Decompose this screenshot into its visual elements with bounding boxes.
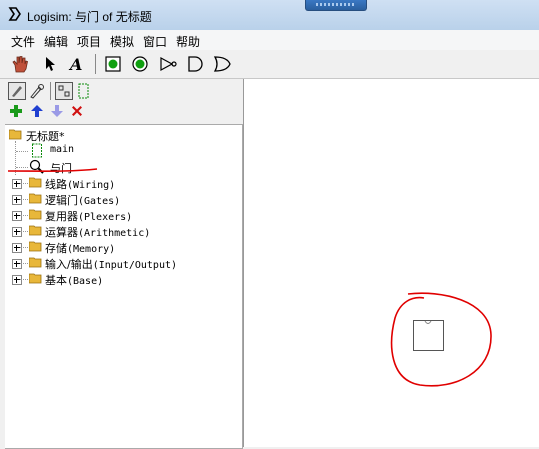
layout-view-icon[interactable]	[55, 82, 73, 100]
expand-icon[interactable]	[12, 243, 22, 253]
subcircuit-appearance-box[interactable]	[413, 320, 444, 351]
tree-library-item[interactable]: 运算器(Arithmetic)	[5, 223, 235, 239]
tree-library-item[interactable]: 线路(Wiring)	[5, 175, 235, 191]
logisim-app-icon	[8, 7, 21, 21]
and-gate-icon[interactable]	[185, 54, 205, 74]
tree-library-label: 运算器(Arithmetic)	[45, 226, 151, 239]
menu-help[interactable]: 帮助	[176, 33, 200, 50]
tree-root-project[interactable]: 无标题*	[5, 127, 235, 143]
hand-poke-icon[interactable]	[10, 54, 30, 74]
project-name: 无标题*	[26, 130, 65, 143]
tree-library-item[interactable]: 逻辑门(Gates)	[5, 191, 235, 207]
menu-simulate[interactable]: 模拟	[110, 33, 134, 50]
arrow-select-icon[interactable]	[40, 54, 60, 74]
tree-library-label: 基本(Base)	[45, 274, 104, 287]
magnifier-icon	[29, 159, 44, 174]
svg-text:A: A	[68, 55, 82, 74]
edit-appearance-icon[interactable]	[29, 83, 45, 99]
move-up-icon[interactable]	[30, 104, 44, 118]
move-down-icon[interactable]	[50, 104, 64, 118]
output-pin-icon[interactable]	[130, 54, 150, 74]
input-pin-icon[interactable]	[103, 54, 123, 74]
menu-edit[interactable]: 编辑	[44, 33, 68, 50]
tree-circuit-main[interactable]: main	[5, 143, 235, 159]
appearance-view-icon[interactable]	[77, 82, 91, 100]
tree-library-item[interactable]: 存储(Memory)	[5, 239, 235, 255]
folder-icon	[29, 177, 42, 188]
tree-library-label: 复用器(Plexers)	[45, 210, 133, 223]
folder-icon	[29, 241, 42, 252]
explorer-tree: 无标题* main 与门 线路(Wiring) 逻辑门(Gates) 复用器(Ple…	[5, 124, 243, 449]
folder-icon	[29, 209, 42, 220]
add-circuit-icon[interactable]	[9, 104, 23, 118]
tree-library-label: 输入/输出(Input/Output)	[45, 258, 178, 271]
tree-circuit-and-gate[interactable]: 与门	[5, 159, 235, 175]
expand-icon[interactable]	[12, 227, 22, 237]
expand-icon[interactable]	[12, 259, 22, 269]
tree-label-main: main	[50, 144, 75, 155]
expand-icon[interactable]	[12, 179, 22, 189]
tree-library-item[interactable]: 输入/输出(Input/Output)	[5, 255, 235, 271]
tree-library-label: 线路(Wiring)	[45, 178, 116, 191]
not-gate-icon[interactable]	[158, 54, 178, 74]
folder-icon	[29, 193, 42, 204]
menu-project[interactable]: 项目	[77, 33, 101, 50]
tree-branch-line	[16, 167, 28, 168]
window-control-button[interactable]	[305, 0, 367, 11]
expand-icon[interactable]	[12, 275, 22, 285]
grip-icon	[316, 3, 356, 6]
title-bar: Logisim: 与门 of 无标题	[0, 0, 539, 30]
folder-icon	[29, 273, 42, 284]
delete-circuit-icon[interactable]	[70, 104, 84, 118]
tree-library-label: 逻辑门(Gates)	[45, 194, 121, 207]
subtoolbar-separator	[50, 82, 51, 100]
menu-file[interactable]: 文件	[11, 33, 35, 50]
expand-icon[interactable]	[12, 195, 22, 205]
tree-library-item[interactable]: 基本(Base)	[5, 271, 235, 287]
toolbar-separator	[95, 54, 96, 74]
tree-label-and-gate: 与门	[50, 162, 72, 175]
folder-icon	[29, 257, 42, 268]
tree-library-label: 存储(Memory)	[45, 242, 116, 255]
main-toolbar: A	[0, 50, 539, 79]
tree-branch-line	[16, 151, 28, 152]
text-tool-icon[interactable]: A	[66, 54, 86, 74]
folder-icon	[29, 225, 42, 236]
menu-window[interactable]: 窗口	[143, 33, 167, 50]
menu-bar: 文件 编辑 项目 模拟 窗口 帮助	[0, 30, 539, 50]
folder-open-icon	[9, 129, 22, 140]
window-title: Logisim: 与门 of 无标题	[27, 10, 152, 24]
tree-library-item[interactable]: 复用器(Plexers)	[5, 207, 235, 223]
circuit-icon	[32, 143, 42, 158]
or-gate-icon[interactable]	[212, 54, 232, 74]
circuit-canvas[interactable]	[244, 79, 539, 447]
expand-icon[interactable]	[12, 211, 22, 221]
edit-layout-icon[interactable]	[8, 82, 26, 100]
